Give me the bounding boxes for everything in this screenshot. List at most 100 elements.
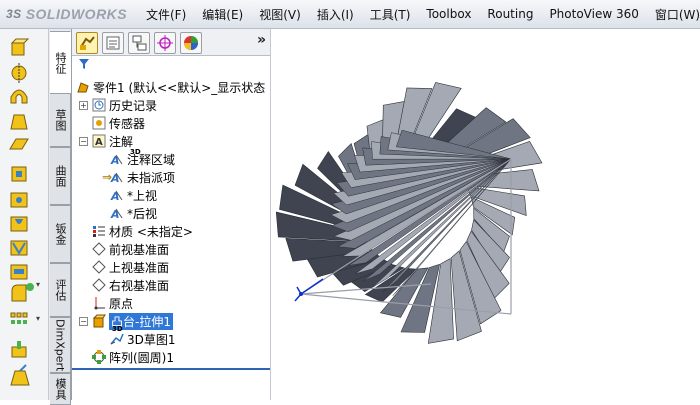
tree-item-label: 原点 (109, 296, 134, 311)
tab-label: 模具 (54, 378, 67, 400)
tree-item-label: 未指派项 (127, 170, 176, 185)
configuration-manager-tab[interactable] (128, 32, 150, 54)
plane-icon (92, 278, 106, 292)
display-manager-tab[interactable] (180, 32, 202, 54)
hole-wizard-icon[interactable] (10, 192, 28, 208)
pattern-dropdown-icon: ▾ (36, 314, 40, 323)
svg-text:A: A (110, 190, 120, 202)
linear-pattern-icon[interactable] (10, 312, 28, 324)
tree-item[interactable]: A *后视 (110, 204, 157, 222)
rib-icon[interactable] (11, 341, 27, 358)
tree-item-label: 历史记录 (109, 98, 158, 113)
tree-item-label: *后视 (127, 206, 158, 221)
extruded-boss-icon[interactable] (10, 38, 30, 56)
tree-item-label: 材质 <未指定> (109, 224, 193, 239)
extruded-cut-icon[interactable] (11, 166, 27, 182)
menu-item[interactable]: 文件(F) (138, 6, 194, 23)
tab-6[interactable]: 模具 (50, 373, 71, 405)
menu-item[interactable]: 窗口(W) (647, 6, 700, 23)
draft-icon[interactable] (10, 364, 30, 386)
menu-item[interactable]: Routing (479, 7, 541, 21)
tree-item[interactable]: 材质 <未指定> (92, 222, 193, 240)
part-icon (77, 82, 89, 93)
tab-2[interactable]: 曲面 (50, 147, 71, 205)
3dsketch-icon (110, 332, 124, 346)
revolved-boss-icon[interactable] (11, 63, 27, 83)
collapse-icon[interactable]: − (79, 317, 88, 326)
tree-item[interactable]: 右视基准面 (92, 276, 169, 294)
tab-label: 曲面 (54, 165, 67, 187)
menu-item[interactable]: 视图(V) (251, 6, 309, 23)
material-icon (92, 224, 106, 238)
expand-icon[interactable]: + (79, 101, 88, 110)
tree-item[interactable]: 传感器 (92, 114, 145, 132)
menu-items: 文件(F) 编辑(E) 视图(V) 插入(I) 工具(T) Toolbox Routing P… (138, 0, 700, 28)
3d-model-view[interactable] (271, 29, 700, 400)
tree-item-label: 传感器 (109, 116, 146, 131)
origin-icon (92, 296, 106, 310)
menu-item[interactable]: 插入(I) (309, 6, 362, 23)
tree-item[interactable]: 前视基准面 (92, 240, 169, 258)
origin-triad-icon (294, 278, 324, 302)
lofted-boss-icon[interactable] (10, 114, 28, 130)
tree-item-label: 前视基准面 (109, 242, 170, 257)
swept-cut-icon[interactable] (10, 240, 28, 256)
tab-label: 特征 (54, 52, 67, 74)
swept-boss-icon[interactable] (10, 89, 28, 104)
menu-bar: 3S SOLIDWORKS 文件(F) 编辑(E) 视图(V) 插入(I) 工具(T) T… (0, 0, 700, 29)
plane-icon (92, 242, 106, 256)
solidworks-logo[interactable]: 3S SOLIDWORKS (6, 4, 127, 24)
svg-text:A: A (95, 137, 103, 148)
sensor-icon (92, 116, 106, 130)
panel-divider (72, 368, 270, 370)
tree-item-label: 右视基准面 (109, 278, 170, 293)
part-root[interactable]: 零件1 (默认<<默认>_显示状态 (76, 78, 265, 96)
tree-item[interactable]: 凸台-拉伸1 (92, 312, 173, 330)
pattern-icon (92, 350, 106, 364)
tree-item[interactable]: A *上视 (110, 186, 157, 204)
feature-manager-panel: » 零件1 (默认<<默认>_显示状态 + 历史记录 传感器 − A 注解 A 注释区域 A 未指派… (72, 29, 271, 400)
tree-item[interactable]: 历史记录 (92, 96, 157, 114)
dimxpert-manager-tab[interactable] (154, 32, 176, 54)
graphics-area[interactable] (271, 29, 700, 400)
svg-text:A: A (110, 154, 120, 166)
logo-text: SOLIDWORKS (25, 6, 128, 22)
tree-item-label: 阵列(圆周)1 (109, 350, 174, 365)
fillet-icon[interactable] (11, 283, 34, 302)
lofted-cut-icon[interactable] (10, 264, 28, 280)
tree-item-label: 注解 (109, 134, 134, 149)
menu-item[interactable]: 工具(T) (362, 6, 419, 23)
tree-item[interactable]: 原点 (92, 294, 133, 312)
arrow-marker-icon: ⇒ (102, 170, 113, 184)
annotation-folder-icon: A (92, 134, 106, 148)
expand-panel-icon[interactable]: » (257, 32, 266, 48)
tab-3[interactable]: 钣金 (50, 205, 71, 263)
menu-item[interactable]: PhotoView 360 (541, 7, 646, 21)
tab-label: DimXpert (53, 318, 67, 372)
tab-label: 钣金 (54, 223, 67, 245)
extrude-icon (92, 314, 106, 328)
tree-item[interactable]: A 未指派项 (110, 168, 175, 186)
3d-badge: 3D (130, 148, 141, 156)
menu-item[interactable]: Toolbox (418, 7, 479, 21)
panel-tabs: » (72, 29, 270, 56)
boundary-boss-icon[interactable] (9, 138, 29, 150)
menu-item[interactable]: 编辑(E) (194, 6, 251, 23)
tree-item[interactable]: A 注解 (92, 132, 133, 150)
tree-item[interactable]: A 注释区域 (110, 150, 175, 168)
ds-logo-mark: 3S (6, 7, 22, 21)
filter-row (72, 56, 270, 72)
tab-0[interactable]: 特征 (50, 31, 71, 95)
filter-icon[interactable] (78, 58, 90, 70)
collapse-icon[interactable]: − (79, 137, 88, 146)
tree-item[interactable]: 上视基准面 (92, 258, 169, 276)
tab-5[interactable]: DimXpert (50, 317, 71, 373)
property-manager-tab[interactable] (102, 32, 124, 54)
tree-item[interactable]: 阵列(圆周)1 (92, 348, 174, 366)
revolved-cut-icon[interactable] (10, 216, 28, 232)
tab-1[interactable]: 草图 (50, 93, 71, 147)
tab-4[interactable]: 评估 (50, 263, 71, 317)
3d-badge: 3D (112, 325, 123, 333)
annotation-view-icon: A (110, 170, 124, 184)
feature-manager-tab[interactable] (76, 32, 98, 54)
